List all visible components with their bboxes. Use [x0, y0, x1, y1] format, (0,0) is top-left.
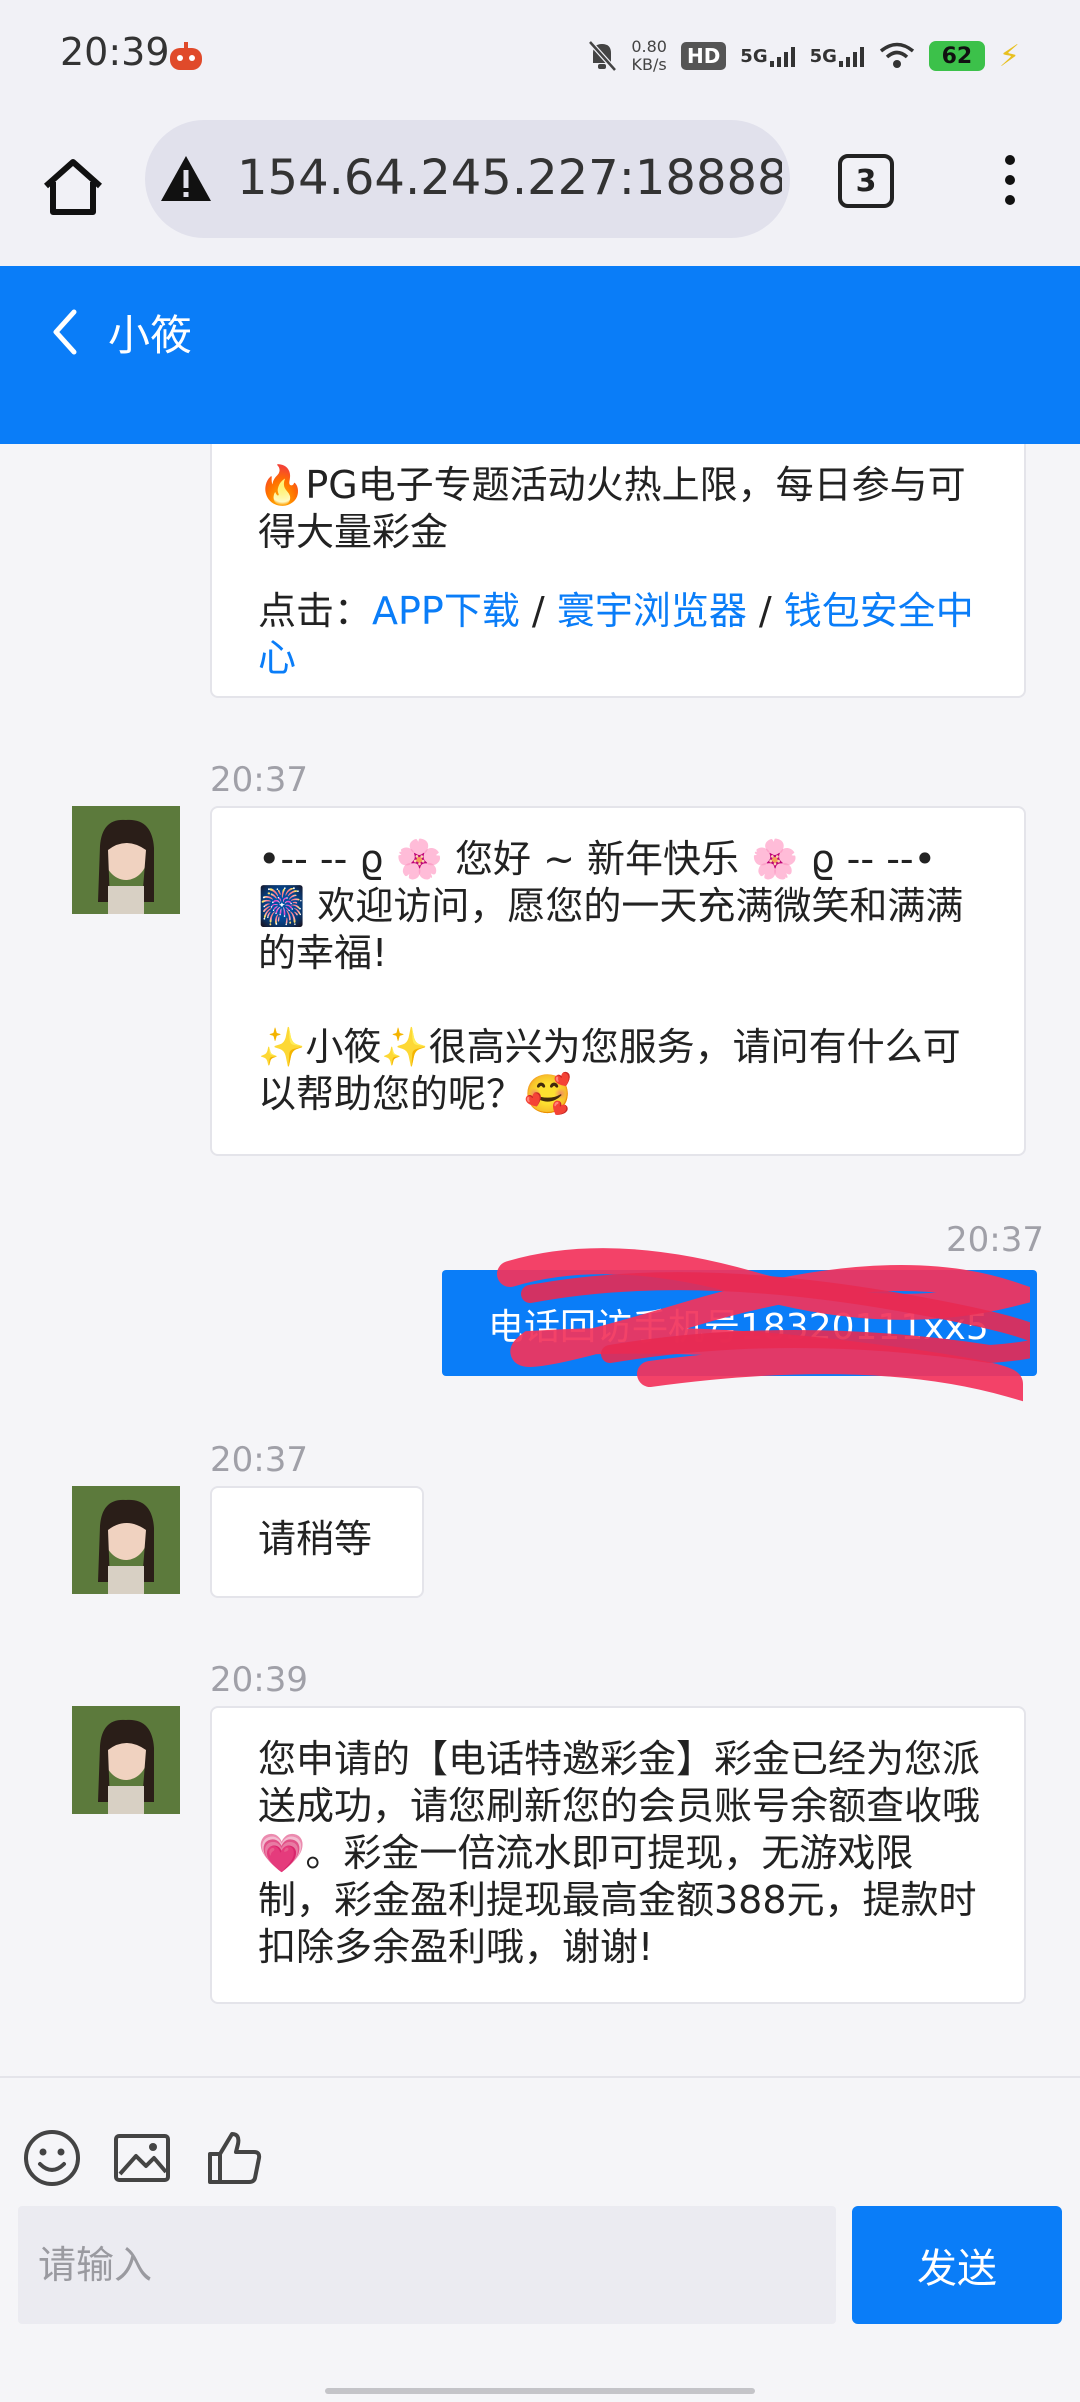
link-separator: /: [519, 589, 557, 633]
promo-links: 点击：APP下载 / 寰宇浏览器 / 钱包安全中心: [258, 588, 980, 682]
message-timestamp: 20:39: [210, 1660, 308, 1700]
thumbs-up-icon[interactable]: [204, 2128, 264, 2188]
back-chevron-icon[interactable]: [44, 306, 84, 358]
link-separator: /: [746, 589, 784, 633]
app-download-link[interactable]: APP下载: [372, 589, 520, 633]
battery-indicator: 62: [928, 41, 985, 71]
redaction-scribble: [497, 1248, 1030, 1402]
message-bubble-promo: 🔥PG电子专题活动火热上限，每日参与可得大量彩金 点击：APP下载 / 寰宇浏览…: [210, 444, 1026, 698]
composer: 发送: [0, 2076, 1080, 2402]
message-list[interactable]: 🔥PG电子专题活动火热上限，每日参与可得大量彩金 点击：APP下载 / 寰宇浏览…: [0, 444, 1080, 2076]
status-bar: 20:39 0.80 KB/s HD 5G 5G 62 ⚡: [0, 0, 1080, 120]
image-upload-icon[interactable]: [112, 2128, 172, 2188]
not-secure-warning-icon[interactable]: [159, 154, 213, 204]
signal-bars-icon: [838, 47, 864, 67]
chat-title: 小筱: [108, 311, 193, 360]
chat-header: 小筱: [0, 266, 1080, 444]
signal-label-2: 5G: [809, 46, 837, 67]
hd-badge: HD: [680, 42, 727, 70]
message-input[interactable]: [18, 2206, 836, 2324]
message-bubble-wait: 请稍等: [210, 1486, 424, 1598]
signal-label-1: 5G: [740, 46, 768, 67]
links-prefix: 点击：: [258, 589, 373, 633]
net-speed-value: 0.80: [631, 37, 667, 56]
url-text[interactable]: 154.64.245.227:18888/: [237, 150, 782, 206]
status-time: 20:39: [60, 30, 170, 74]
signal-5g-1: 5G: [740, 45, 795, 67]
home-icon[interactable]: [38, 152, 108, 222]
status-icons: 0.80 KB/s HD 5G 5G 62 ⚡: [587, 30, 1020, 82]
agent-avatar: [72, 1706, 180, 1814]
browser-link[interactable]: 寰宇浏览器: [557, 589, 747, 633]
send-button[interactable]: 发送: [852, 2206, 1062, 2324]
avatar-portrait: [72, 1706, 180, 1814]
gesture-navigation-bar[interactable]: [325, 2388, 755, 2394]
avatar-portrait: [72, 1486, 180, 1594]
address-bar[interactable]: 154.64.245.227:18888/: [145, 120, 790, 238]
wifi-icon: [879, 42, 915, 68]
app-notification-icon: [170, 42, 202, 70]
avatar-portrait: [72, 806, 180, 914]
message-bubble-greeting: •-- -- ϱ 🌸 您好 ~ 新年快乐 🌸 ϱ -- --• 🎆 欢迎访问，愿…: [210, 806, 1026, 1156]
emoji-icon[interactable]: [22, 2128, 82, 2188]
tab-switcher-button[interactable]: 3: [838, 154, 894, 208]
agent-avatar: [72, 1486, 180, 1594]
promo-text: 🔥PG电子专题活动火热上限，每日参与可得大量彩金: [258, 463, 966, 554]
message-timestamp: 20:37: [210, 760, 308, 800]
message-timestamp: 20:37: [210, 1440, 308, 1480]
bonus-text: 您申请的【电话特邀彩金】彩金已经为您派送成功，请您刷新您的会员账号余额查收哦💗。…: [258, 1737, 981, 1969]
greeting-text: •-- -- ϱ 🌸 您好 ~ 新年快乐 🌸 ϱ -- --• 🎆 欢迎访问，愿…: [258, 837, 964, 1116]
net-speed: 0.80 KB/s: [631, 38, 667, 74]
agent-avatar: [72, 806, 180, 914]
charging-icon: ⚡: [998, 38, 1020, 74]
message-bubble-bonus: 您申请的【电话特邀彩金】彩金已经为您派送成功，请您刷新您的会员账号余额查收哦💗。…: [210, 1706, 1026, 2004]
more-menu-icon[interactable]: [990, 150, 1030, 210]
signal-bars-icon: [769, 47, 795, 67]
signal-5g-2: 5G: [810, 45, 865, 67]
mute-bell-icon: [588, 40, 618, 72]
wait-text: 请稍等: [258, 1517, 373, 1561]
net-speed-unit: KB/s: [631, 55, 667, 74]
browser-toolbar: 154.64.245.227:18888/ 3: [0, 120, 1080, 266]
